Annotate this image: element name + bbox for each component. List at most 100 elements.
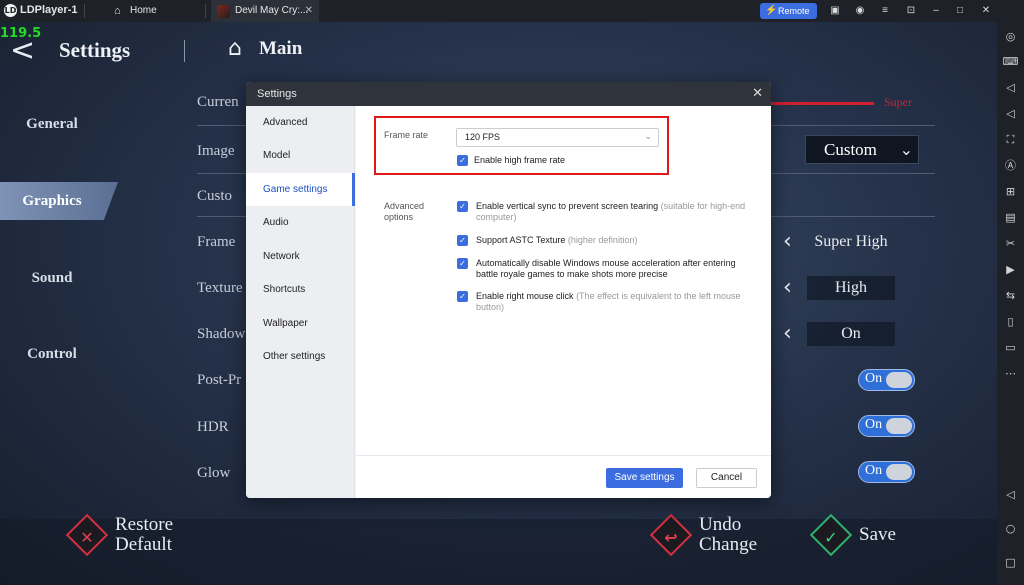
right-click-text: Enable right mouse click [476, 291, 574, 301]
nav-game-settings[interactable]: Game settings [246, 173, 355, 206]
image-preset-dropdown[interactable]: Custom ⌄ [805, 135, 919, 164]
frame-value: Super High [814, 233, 888, 250]
game-settings-title: Settings [59, 38, 131, 62]
mouse-accel-label: Automatically disable Windows mouse acce… [476, 258, 751, 280]
astc-text: Support ASTC Texture [476, 235, 566, 245]
frame-rate-select[interactable]: 120 FPS ⌄ [456, 128, 659, 147]
folder-icon[interactable]: ▭ [1002, 339, 1019, 356]
tab-game[interactable]: Devil May Cry:... ✕ [211, 0, 319, 22]
dialog-title: Settings [257, 88, 297, 100]
nav-wallpaper[interactable]: Wallpaper [246, 307, 355, 340]
high-frame-rate-label: Enable high frame rate [474, 155, 566, 165]
save-settings-button[interactable]: Save settings [606, 468, 683, 488]
back-arrow-icon[interactable]: < [10, 36, 44, 66]
quality-slider[interactable] [770, 102, 874, 105]
minimize-to-tray-icon[interactable]: ⊡ [903, 3, 919, 19]
scissors-icon[interactable]: ✂ [1002, 235, 1019, 252]
game-menu-sound[interactable]: Sound [0, 259, 118, 297]
chevron-down-icon: ⌄ [644, 132, 652, 142]
chevron-left-icon[interactable]: ‹ [783, 321, 792, 346]
screenshot-icon[interactable]: ⛶ [1002, 131, 1019, 148]
game-thumbnail-icon [217, 5, 230, 18]
record-icon[interactable]: ▤ [1002, 209, 1019, 226]
post-processing-toggle[interactable]: On [858, 369, 915, 391]
toggle-label: On [865, 463, 883, 478]
shake-icon[interactable]: ▯ [1002, 313, 1019, 330]
apk-icon[interactable]: Ⓐ [1002, 157, 1019, 174]
minimize-icon[interactable]: – [928, 3, 944, 19]
mouse-accel-checkbox[interactable]: ✓ [457, 258, 468, 269]
right-click-checkbox[interactable]: ✓ [457, 291, 468, 302]
check-icon: ✓ [824, 527, 838, 547]
toggle-label: On [865, 417, 883, 432]
nav-model[interactable]: Model [246, 139, 355, 172]
keyboard-icon[interactable]: ⌨ [1002, 53, 1019, 70]
main-link[interactable]: Main [259, 38, 302, 60]
android-home-icon[interactable]: ○ [1002, 520, 1019, 537]
dialog-footer-divider [356, 455, 771, 456]
advanced-options-label-1: Advanced [384, 201, 425, 211]
menu-icon[interactable]: ≡ [877, 3, 893, 19]
chevron-left-icon[interactable]: ‹ [783, 229, 792, 254]
high-frame-rate-checkbox[interactable]: ✓ [457, 155, 468, 166]
close-tab-icon[interactable]: ✕ [305, 0, 313, 22]
game-menu-graphics[interactable]: Graphics [0, 182, 118, 220]
ldplayer-logo-icon: LD [4, 4, 17, 17]
cancel-button[interactable]: Cancel [696, 468, 757, 488]
android-recents-icon[interactable]: □ [1002, 554, 1019, 571]
user-icon[interactable]: ◉ [852, 3, 868, 19]
toggle-label: On [865, 371, 883, 386]
astc-label: Support ASTC Texture (higher definition) [476, 235, 746, 246]
row-label-texture: Texture [197, 280, 243, 296]
volume-up-icon[interactable]: ◁ [1002, 79, 1019, 96]
nav-other-settings[interactable]: Other settings [246, 340, 355, 373]
toggle-knob [886, 372, 912, 388]
more-icon[interactable]: ⋯ [1002, 365, 1019, 382]
close-icon[interactable]: ✕ [752, 82, 763, 106]
game-menu-control[interactable]: Control [0, 335, 118, 373]
chevron-left-icon[interactable]: ‹ [783, 275, 792, 300]
hdr-toggle[interactable]: On [858, 415, 915, 437]
remote-button[interactable]: ⚡ Remote [760, 3, 817, 19]
volume-down-icon[interactable]: ◁ [1002, 105, 1019, 122]
nav-advanced[interactable]: Advanced [246, 106, 355, 139]
android-back-icon[interactable]: ◁ [1002, 486, 1019, 503]
vsync-text: Enable vertical sync to prevent screen t… [476, 201, 659, 211]
tab-game-label: Devil May Cry:... [235, 5, 309, 16]
toggle-knob [886, 418, 912, 434]
row-label-frame: Frame [197, 234, 236, 250]
settings-circle-icon[interactable]: ◎ [1002, 28, 1019, 45]
restore-label-2[interactable]: Default [115, 535, 172, 555]
undo-icon: ↩ [664, 527, 678, 547]
maximize-icon[interactable]: □ [952, 3, 968, 19]
shadow-value: On [807, 322, 895, 346]
dialog-body: Frame rate 120 FPS ⌄ ✓ Enable high frame… [356, 106, 771, 498]
nav-shortcuts[interactable]: Shortcuts [246, 273, 355, 306]
home-icon: ⌂ [114, 5, 121, 17]
nav-audio[interactable]: Audio [246, 206, 355, 239]
quality-slider-label: Super [884, 95, 912, 109]
tab-home-label: Home [130, 5, 157, 16]
undo-label-1[interactable]: Undo [699, 515, 741, 535]
tab-home[interactable]: ⌂ Home [112, 0, 202, 22]
texture-value: High [807, 276, 895, 300]
add-app-icon[interactable]: ⊞ [1002, 183, 1019, 200]
gamepad-icon[interactable]: ▣ [827, 3, 843, 19]
sync-icon[interactable]: ⇆ [1002, 287, 1019, 304]
save-label[interactable]: Save [859, 525, 896, 545]
game-menu-general[interactable]: General [0, 105, 118, 143]
dialog-nav: Advanced Model Game settings Audio Netwo… [246, 106, 355, 498]
video-icon[interactable]: ▶ [1002, 261, 1019, 278]
advanced-options-label-2: options [384, 212, 414, 222]
mouse-accel-text: Automatically disable Windows mouse acce… [476, 258, 736, 279]
settings-dialog: Settings ✕ Advanced Model Game settings … [246, 82, 771, 498]
nav-network[interactable]: Network [246, 240, 355, 273]
astc-checkbox[interactable]: ✓ [457, 235, 468, 246]
close-icon[interactable]: ✕ [978, 3, 994, 19]
glow-toggle[interactable]: On [858, 461, 915, 483]
vsync-checkbox[interactable]: ✓ [457, 201, 468, 212]
cross-icon: ✕ [80, 527, 94, 547]
undo-label-2[interactable]: Change [699, 535, 757, 555]
home-icon[interactable]: ⌂ [228, 36, 242, 61]
restore-label-1[interactable]: Restore [115, 515, 173, 535]
